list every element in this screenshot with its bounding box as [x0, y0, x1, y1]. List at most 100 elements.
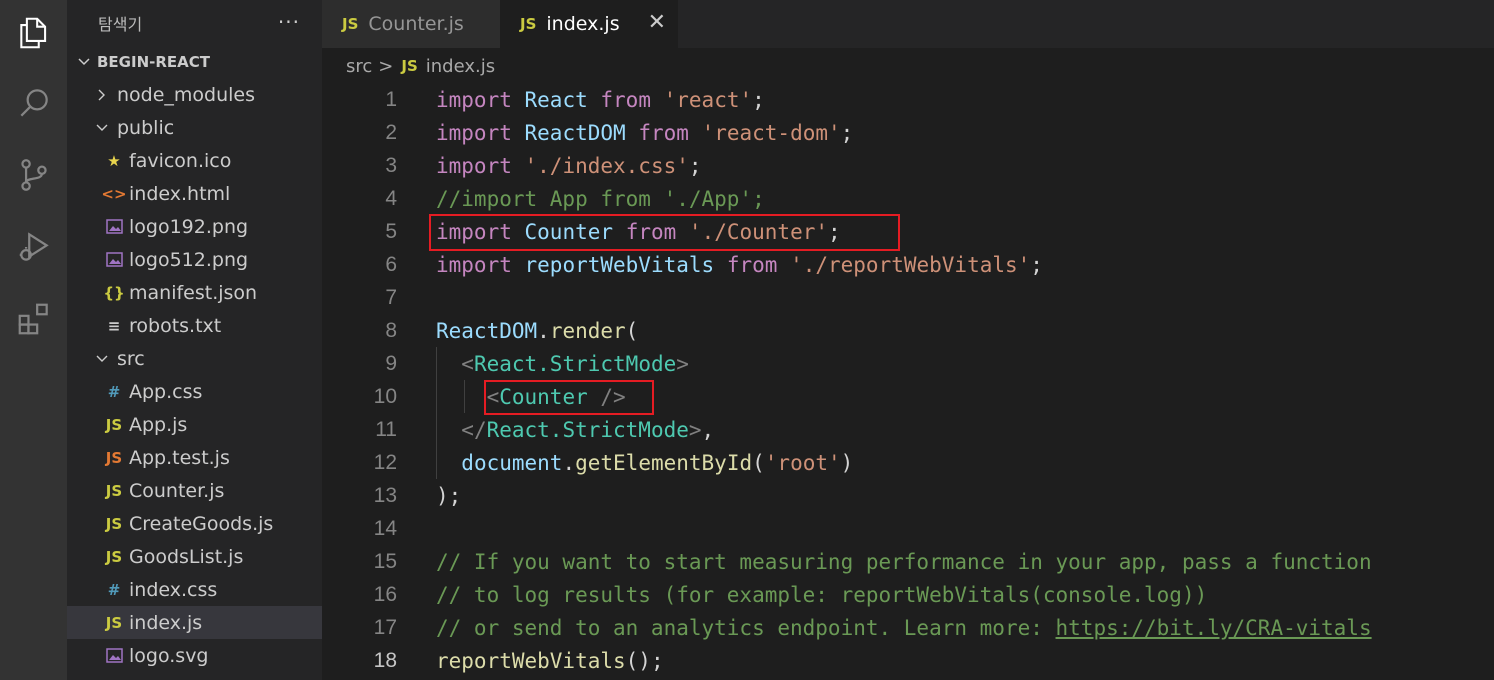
code-token: // to log results (for example: reportWe…: [436, 582, 1208, 607]
tree-label: manifest.json: [129, 281, 258, 304]
tree-file[interactable]: {} manifest.json: [67, 276, 322, 309]
line-number: 3: [385, 153, 397, 177]
line-number: 5: [385, 219, 397, 243]
code-line: 14: [322, 512, 1494, 545]
tree-file[interactable]: <> index.html: [67, 177, 322, 210]
tree-label: index.css: [129, 578, 218, 601]
more-actions-icon[interactable]: ···: [278, 10, 300, 34]
line-number: 2: [385, 120, 397, 144]
line-number: 18: [373, 648, 397, 672]
explorer-title-bar: 탐색기 ···: [67, 0, 322, 45]
breadcrumb-folder[interactable]: src: [346, 56, 372, 77]
code-token: (: [625, 318, 639, 343]
code-token: ;: [1030, 252, 1043, 277]
extensions-icon[interactable]: [0, 286, 67, 352]
line-number: 11: [375, 417, 397, 441]
activity-bar: [0, 0, 67, 680]
code-text: //import App from './App';: [436, 187, 765, 211]
code-token: (: [752, 450, 765, 475]
js-file-icon: JS: [105, 415, 123, 434]
code-text: import './index.css';: [436, 154, 702, 178]
tree-file[interactable]: ★ favicon.ico: [67, 144, 322, 177]
code-token: ;: [688, 153, 702, 178]
code-token: 'react': [663, 87, 753, 112]
js-file-icon: JS: [342, 15, 359, 33]
line-number: 17: [373, 615, 397, 639]
tree-file[interactable]: logo512.png: [67, 243, 322, 276]
image-file-icon: [101, 219, 127, 234]
breadcrumb-file[interactable]: index.js: [426, 56, 495, 77]
line-number: 14: [373, 516, 397, 540]
code-token: ReactDOM: [436, 318, 538, 343]
tree-label: src: [117, 347, 145, 370]
tree-file[interactable]: JS GoodsList.js: [67, 540, 322, 573]
close-icon[interactable]: ✕: [648, 10, 666, 35]
code-token[interactable]: https://bit.ly/CRA-vitals: [1056, 616, 1372, 640]
line-number: 7: [385, 285, 397, 309]
code-token: ReactDOM: [524, 120, 626, 145]
line-number: 6: [385, 252, 397, 276]
tab-counter-js[interactable]: JS Counter.js: [322, 0, 500, 48]
run-debug-icon[interactable]: [0, 214, 67, 280]
code-line: 13);: [322, 479, 1494, 512]
code-token: from: [600, 87, 651, 112]
tree-file[interactable]: ≡ robots.txt: [67, 309, 322, 342]
explorer-sidebar: 탐색기 ··· BEGIN-REACT node_modulespublic ★ f…: [67, 0, 322, 680]
explorer-icon[interactable]: [0, 0, 67, 66]
code-token: render: [549, 318, 626, 343]
tree-label: node_modules: [117, 83, 256, 106]
code-token: ): [840, 450, 854, 475]
code-text: );: [436, 484, 461, 508]
code-line: 4 //import App from './App';: [322, 182, 1494, 215]
tree-file[interactable]: JS App.js: [67, 408, 322, 441]
tab-index-js[interactable]: JS index.js ✕: [500, 0, 678, 48]
tab-label: Counter.js: [368, 13, 464, 35]
line-number: 13: [373, 483, 397, 507]
tree-file[interactable]: # App.css: [67, 375, 322, 408]
code-line: 9 <React.StrictMode>: [322, 347, 1494, 380]
tree-label: robots.txt: [129, 314, 222, 337]
code-token: .: [562, 450, 576, 475]
star-icon: ★: [107, 151, 121, 170]
project-root-label: BEGIN-REACT: [97, 52, 210, 71]
tree-folder[interactable]: src: [67, 342, 322, 375]
html-icon: <>: [101, 184, 127, 203]
code-token: // If you want to start measuring perfor…: [436, 549, 1372, 574]
tree-folder[interactable]: public: [67, 111, 322, 144]
tree-label: App.css: [129, 380, 203, 403]
tree-file[interactable]: JS index.js: [67, 606, 322, 639]
chevron-down-icon: [93, 352, 111, 366]
js-file-icon: JS: [520, 15, 537, 33]
code-line: 2 import ReactDOM from 'react-dom';: [322, 116, 1494, 149]
tree-file[interactable]: logo192.png: [67, 210, 322, 243]
tree-file[interactable]: JS App.test.js: [67, 441, 322, 474]
code-token: ;: [840, 120, 854, 145]
image-file-icon: [101, 252, 127, 267]
tree-label: App.js: [129, 413, 188, 436]
code-token: getElementById: [575, 450, 753, 475]
tree-file[interactable]: JS Counter.js: [67, 474, 322, 507]
chevron-right-icon: >: [378, 55, 394, 77]
code-token: .: [537, 318, 550, 343]
tree-folder[interactable]: node_modules: [67, 78, 322, 111]
project-root-folder[interactable]: BEGIN-REACT: [67, 45, 322, 78]
source-control-icon[interactable]: [0, 142, 67, 208]
code-text: import ReactDOM from 'react-dom';: [436, 121, 853, 145]
tree-label: logo.svg: [129, 644, 209, 667]
tree-file[interactable]: logo.svg: [67, 639, 322, 672]
tree-label: App.test.js: [129, 446, 230, 469]
code-token: import: [436, 120, 512, 145]
highlight-box-counter-element: [484, 380, 654, 415]
search-icon[interactable]: [0, 70, 67, 136]
tree-file[interactable]: JS CreateGoods.js: [67, 507, 322, 540]
code-token: ();: [625, 648, 664, 673]
chevron-down-icon: [75, 55, 93, 69]
chevron-down-icon: [93, 121, 111, 135]
tree-file[interactable]: # index.css: [67, 573, 322, 606]
